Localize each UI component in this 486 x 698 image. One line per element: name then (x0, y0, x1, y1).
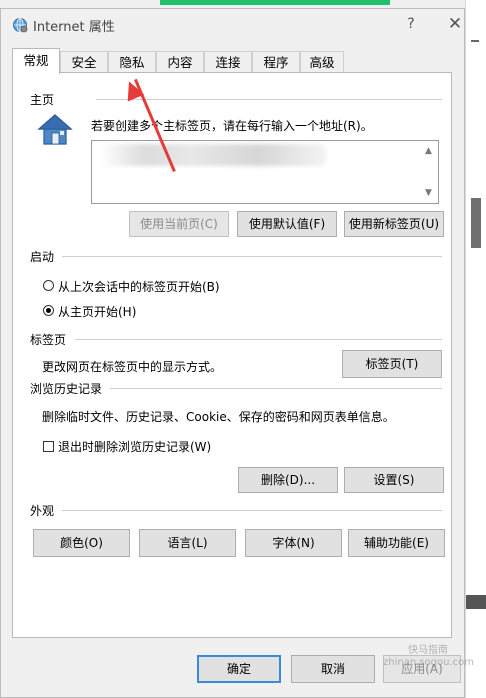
languages-button[interactable]: 语言(L) (139, 529, 236, 557)
section-divider (96, 99, 442, 100)
background-text-fragment (471, 198, 481, 248)
start-last-session-label[interactable]: 从上次会话中的标签页开始(B) (58, 278, 220, 295)
use-default-button[interactable]: 使用默认值(F) (237, 211, 337, 237)
tab-general[interactable]: 常规 (12, 48, 60, 74)
fonts-button[interactable]: 字体(N) (245, 529, 342, 557)
tabs-section-label: 标签页 (30, 333, 67, 347)
history-settings-button[interactable]: 设置(S) (344, 467, 444, 493)
use-new-tab-button[interactable]: 使用新标签页(U) (344, 211, 444, 237)
home-page-section-label: 主页 (30, 93, 55, 107)
tabs-description: 更改网页在标签页中的显示方式。 (42, 360, 223, 374)
watermark: 快马指南 zhinan.sogou.com (383, 645, 475, 669)
background-window-edge (465, 0, 486, 698)
tabs-settings-button[interactable]: 标签页(T) (342, 350, 442, 378)
start-home-page-label[interactable]: 从主页开始(H) (58, 303, 136, 320)
tab-privacy[interactable]: 隐私 (108, 51, 156, 73)
tab-security[interactable]: 安全 (60, 51, 108, 73)
globe-gear-icon (12, 17, 28, 33)
cancel-button[interactable]: 取消 (291, 655, 375, 683)
ok-button[interactable]: 确定 (197, 655, 281, 683)
delete-on-exit-label[interactable]: 退出时删除浏览历史记录(W) (58, 438, 211, 455)
scroll-down-icon[interactable]: ▼ (425, 188, 432, 198)
delete-on-exit-checkbox[interactable] (43, 441, 54, 452)
help-button[interactable]: ? (398, 12, 424, 36)
history-section-label: 浏览历史记录 (30, 382, 103, 396)
start-last-session-radio[interactable] (43, 280, 54, 291)
section-divider (62, 510, 442, 511)
startup-section-label: 启动 (30, 250, 55, 264)
section-divider (75, 339, 442, 340)
tab-connections[interactable]: 连接 (204, 51, 252, 73)
section-divider (62, 256, 442, 257)
tab-content[interactable]: 内容 (156, 51, 204, 73)
top-accent-bar (160, 0, 390, 5)
use-current-page-button[interactable]: 使用当前页(C) (129, 211, 229, 237)
watermark-line2: zhinan.sogou.com (383, 657, 475, 668)
close-button[interactable]: ✕ (442, 12, 468, 36)
background-line (471, 40, 479, 50)
tab-advanced[interactable]: 高级 (300, 51, 344, 73)
home-page-description: 若要创建多个主标签页，请在每行输入一个地址(R)。 (91, 119, 373, 133)
start-home-page-radio[interactable] (43, 305, 54, 316)
scroll-up-icon[interactable]: ▲ (425, 146, 432, 156)
background-scrollbar (466, 595, 486, 609)
history-description: 删除临时文件、历史记录、Cookie、保存的密码和网页表单信息。 (42, 410, 395, 424)
colors-button[interactable]: 颜色(O) (33, 529, 130, 557)
house-icon (36, 113, 74, 147)
window-title: Internet 属性 (33, 20, 115, 35)
appearance-section-label: 外观 (30, 504, 55, 518)
accessibility-button[interactable]: 辅助功能(E) (348, 529, 445, 557)
watermark-line1: 快马指南 (408, 645, 448, 656)
tab-programs[interactable]: 程序 (252, 51, 300, 73)
delete-history-button[interactable]: 删除(D)... (238, 467, 338, 493)
section-divider (110, 388, 442, 389)
home-page-url-value (100, 144, 326, 166)
